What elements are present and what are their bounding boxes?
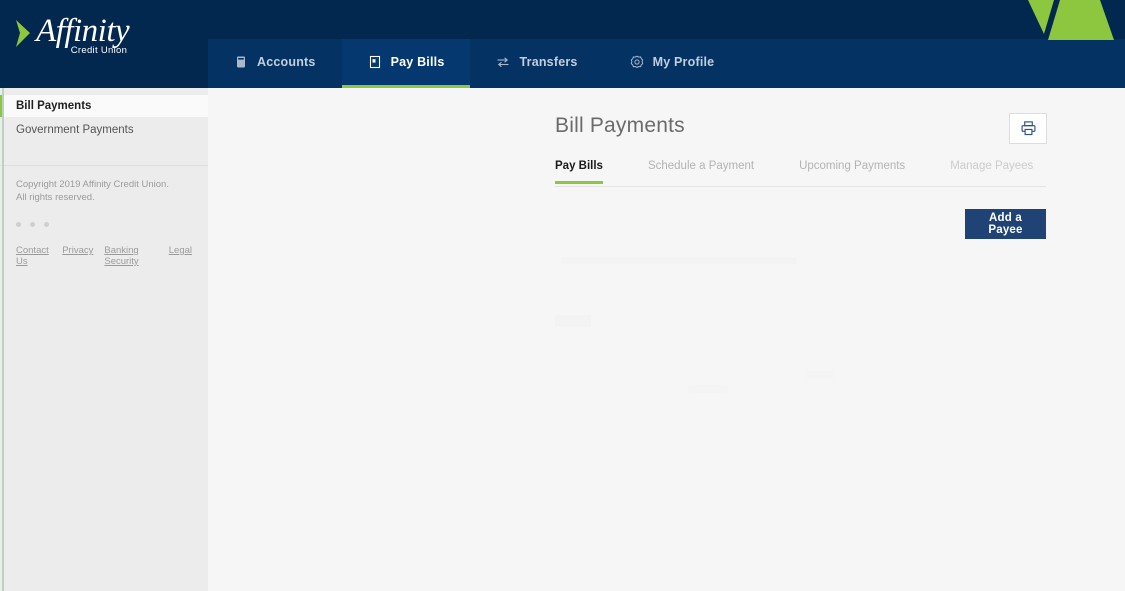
nav-label-my-profile: My Profile <box>652 55 715 69</box>
gear-icon <box>630 55 643 68</box>
bill-icon <box>369 55 380 69</box>
logo-wordmark: Affinity <box>36 13 130 49</box>
logo-chevron-icon <box>16 20 30 47</box>
tab-label-manage-payees: Manage Payees <box>950 160 1034 172</box>
footer-link-banking-security[interactable]: Banking Security <box>104 245 157 267</box>
nav-label-transfers: Transfers <box>519 55 578 69</box>
nav-label-pay-bills: Pay Bills <box>390 55 445 69</box>
tab-upcoming-payments[interactable]: Upcoming Payments <box>799 160 905 184</box>
page-root: Affinity Credit Union Accounts Pay Bills <box>0 0 1125 591</box>
twitter-icon[interactable] <box>30 222 35 227</box>
footer-link-legal[interactable]: Legal <box>169 245 192 267</box>
tab-label-schedule-a-payment: Schedule a Payment <box>647 160 755 172</box>
brand-block: Affinity Credit Union <box>0 0 208 88</box>
nav-item-accounts[interactable]: Accounts <box>208 39 342 88</box>
left-edge-accent <box>2 88 4 591</box>
transfer-icon <box>497 57 509 68</box>
card-icon <box>237 56 245 68</box>
page-title: Bill Payments <box>555 114 685 137</box>
sidebar-footer: Copyright 2019 Affinity Credit Union. Al… <box>0 178 208 267</box>
tab-bar: Pay Bills Schedule a Payment Upcoming Pa… <box>555 160 1046 187</box>
tab-pay-bills[interactable]: Pay Bills <box>555 160 603 184</box>
add-a-payee-button[interactable]: Add a Payee <box>965 209 1046 239</box>
top-navigation: Accounts Pay Bills Transfers My Profile <box>208 39 740 88</box>
placeholder-block <box>805 371 835 379</box>
nav-item-pay-bills[interactable]: Pay Bills <box>341 39 471 88</box>
nav-label-accounts: Accounts <box>257 55 316 69</box>
copyright-line-2: All rights reserved. <box>16 192 95 203</box>
sidebar-label-bill-payments: Bill Payments <box>16 100 92 112</box>
placeholder-block <box>688 385 728 393</box>
tab-manage-payees[interactable]: Manage Payees <box>950 160 1033 184</box>
tab-schedule-a-payment[interactable]: Schedule a Payment <box>648 160 754 184</box>
main-content: Bill Payments Pay Bills Schedule a Payme… <box>208 88 1125 591</box>
placeholder-block <box>561 257 797 264</box>
tab-label-upcoming-payments: Upcoming Payments <box>799 160 906 172</box>
sidebar: Bill Payments Government Payments Copyri… <box>0 88 208 591</box>
sidebar-item-bill-payments[interactable]: Bill Payments <box>0 95 208 117</box>
add-payee-row: Add a Payee <box>555 209 1046 239</box>
payee-list-placeholder <box>555 249 1046 439</box>
sidebar-label-government-payments: Government Payments <box>16 124 134 136</box>
footer-link-contact-us[interactable]: Contact Us <box>16 245 51 267</box>
nav-item-my-profile[interactable]: My Profile <box>604 39 741 88</box>
sidebar-divider <box>0 165 208 166</box>
copyright-line-1: Copyright 2019 Affinity Credit Union. <box>16 179 169 190</box>
social-icon-row <box>16 222 192 227</box>
footer-links: Contact Us Privacy Banking Security Lega… <box>16 245 192 267</box>
footer-link-privacy[interactable]: Privacy <box>62 245 93 267</box>
logo[interactable]: Affinity Credit Union <box>14 13 130 56</box>
header-chevron-graphic <box>1020 0 1125 40</box>
placeholder-block <box>555 315 591 327</box>
tab-label-pay-bills: Pay Bills <box>555 160 603 172</box>
sidebar-item-government-payments[interactable]: Government Payments <box>0 117 208 143</box>
nav-item-transfers[interactable]: Transfers <box>470 39 603 88</box>
content-column: Bill Payments Pay Bills Schedule a Payme… <box>555 114 1046 439</box>
facebook-icon[interactable] <box>16 222 21 227</box>
youtube-icon[interactable] <box>44 222 49 227</box>
